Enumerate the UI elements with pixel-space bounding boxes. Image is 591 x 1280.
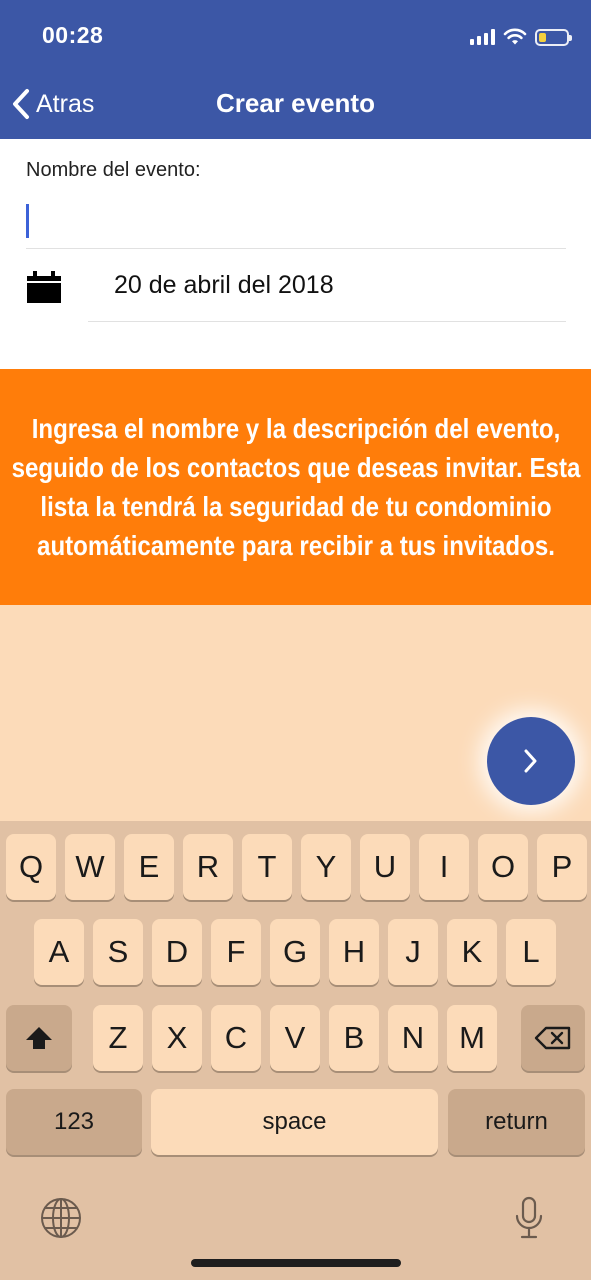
key-w[interactable]: W [65, 834, 115, 900]
key-o[interactable]: O [478, 834, 528, 900]
signal-icon [470, 29, 495, 45]
shift-key[interactable] [6, 1005, 72, 1071]
event-form: Nombre del evento: 20 de abril del 2018 [0, 139, 591, 369]
globe-icon[interactable] [40, 1197, 82, 1239]
key-z[interactable]: Z [93, 1005, 143, 1071]
key-t[interactable]: T [242, 834, 292, 900]
shift-icon [26, 1027, 52, 1049]
key-k[interactable]: K [447, 919, 497, 985]
key-j[interactable]: J [388, 919, 438, 985]
battery-icon [535, 28, 572, 46]
key-c[interactable]: C [211, 1005, 261, 1071]
key-r[interactable]: R [183, 834, 233, 900]
next-button[interactable] [487, 717, 575, 805]
key-p[interactable]: P [537, 834, 587, 900]
event-date[interactable]: 20 de abril del 2018 [114, 271, 334, 300]
key-a[interactable]: A [34, 919, 84, 985]
key-m[interactable]: M [447, 1005, 497, 1071]
key-u[interactable]: U [360, 834, 410, 900]
home-indicator [191, 1259, 401, 1267]
return-key[interactable]: return [448, 1089, 585, 1155]
keyboard: QWERTYUIOP ASDFGHJKL ZXCVBNM 123 space r… [0, 821, 591, 1280]
numbers-key[interactable]: 123 [6, 1089, 142, 1155]
delete-icon [534, 1026, 571, 1050]
key-v[interactable]: V [270, 1005, 320, 1071]
key-d[interactable]: D [152, 919, 202, 985]
space-key[interactable]: space [151, 1089, 438, 1155]
date-divider [88, 321, 566, 322]
key-f[interactable]: F [211, 919, 261, 985]
wifi-icon [503, 28, 527, 45]
key-i[interactable]: I [419, 834, 469, 900]
chevron-right-icon [524, 749, 537, 773]
key-q[interactable]: Q [6, 834, 56, 900]
status-icons [470, 26, 572, 48]
key-l[interactable]: L [506, 919, 556, 985]
key-g[interactable]: G [270, 919, 320, 985]
instruction-banner: Ingresa el nombre y la descripción del e… [0, 369, 591, 605]
key-x[interactable]: X [152, 1005, 202, 1071]
text-cursor [26, 204, 29, 238]
event-name-input[interactable] [26, 199, 566, 249]
key-n[interactable]: N [388, 1005, 438, 1071]
key-h[interactable]: H [329, 919, 379, 985]
status-time: 00:28 [42, 22, 104, 48]
calendar-icon [27, 271, 61, 303]
key-s[interactable]: S [93, 919, 143, 985]
battery-level [539, 32, 546, 42]
key-b[interactable]: B [329, 1005, 379, 1071]
key-e[interactable]: E [124, 834, 174, 900]
instruction-text: Ingresa el nombre y la descripción del e… [11, 413, 580, 561]
nav-header: 00:28 Atras Crear evento [0, 0, 591, 139]
microphone-icon[interactable] [513, 1196, 545, 1240]
delete-key[interactable] [521, 1005, 585, 1071]
page-title: Crear evento [216, 88, 375, 118]
key-y[interactable]: Y [301, 834, 351, 900]
event-name-label: Nombre del evento: [26, 159, 201, 181]
